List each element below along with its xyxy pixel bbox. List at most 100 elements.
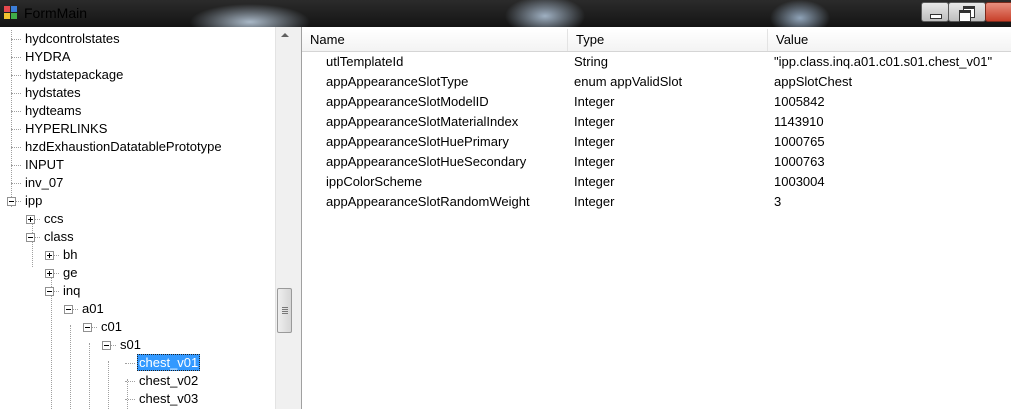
tree-node-label: ge [63,265,78,280]
grid-cell-name: appAppearanceSlotMaterialIndex [326,114,519,129]
grid-cell-value: 1143910 [774,114,824,129]
tree-node[interactable]: chest_v03 [137,390,200,408]
collapse-icon[interactable] [102,341,111,350]
grid-row[interactable]: appAppearanceSlotModelID Integer 1005842 [302,92,1011,112]
tree-node[interactable]: chest_v02 [137,372,200,390]
tree-node-label: ipp [25,193,43,208]
tree-node[interactable]: hydcontrolstates [23,30,122,48]
tree-node[interactable]: hydstates [23,84,83,102]
grid-row[interactable]: appAppearanceSlotType enum appValidSlot ap… [302,72,1011,92]
tree-node-label: s01 [120,337,141,352]
grid-cell-name: ippColorScheme [326,174,423,189]
tree-view[interactable]: hydcontrolstates HYDRA hydstatepackage hyds… [0,27,293,409]
minimize-button[interactable] [921,2,949,22]
tree-node-label: HYDRA [25,49,71,64]
grid-cell-type: Integer [574,94,615,109]
tree-node-label: inq [63,283,81,298]
grid-cell-value: 1000763 [774,154,825,169]
grid-row[interactable]: appAppearanceSlotHueSecondary Integer 1000… [302,152,1011,172]
tree-node[interactable]: ge [61,264,79,282]
grid-cell-name: appAppearanceSlotHueSecondary [326,154,527,169]
tree-node-label: HYPERLINKS [25,121,108,136]
grid-row[interactable]: ippColorScheme Integer 1003004 [302,172,1011,192]
tree-node-label: chest_v01 [137,354,201,371]
tree-node-label: a01 [82,301,104,316]
tree-node[interactable]: chest_v01 [137,354,201,372]
tree-node-label: hydteams [25,103,82,118]
grid-cell-name: appAppearanceSlotModelID [326,94,489,109]
scrollbar-thumb[interactable] [277,288,292,333]
tree-node[interactable]: hydstatepackage [23,66,125,84]
tree-scrollbar[interactable] [275,27,294,409]
tree-node[interactable]: ipp [23,192,44,210]
minimize-icon [930,14,942,19]
tree-node-label: ccs [44,211,64,226]
collapse-icon[interactable] [45,287,54,296]
maximize-button[interactable] [948,2,986,22]
grid-cell-type: Integer [574,174,615,189]
collapse-icon[interactable] [7,197,16,206]
window-title: FormMain [24,5,88,21]
tree-node[interactable]: INPUT [23,156,66,174]
grid-cell-type: Integer [574,114,615,129]
grid-cell-type: String [574,54,608,69]
collapse-icon[interactable] [64,305,73,314]
property-grid[interactable]: Name Type Value utlTemplateId String "ipp.… [302,27,1011,409]
grid-cell-name: utlTemplateId [326,54,404,69]
splitter[interactable] [293,27,302,409]
tree-node-label: hzdExhaustionDatatablePrototype [25,139,222,154]
tree-node-label: chest_v02 [139,373,199,388]
tree-node[interactable]: inq [61,282,82,300]
title-bar: FormMain [0,0,1011,27]
tree-node-label: inv_07 [25,175,64,190]
tree-node-label: chest_v03 [139,391,199,406]
grid-row[interactable]: appAppearanceSlotRandomWeight Integer 3 [302,192,1011,212]
tree-node[interactable]: a01 [80,300,106,318]
tree-node[interactable]: HYDRA [23,48,73,66]
column-header-type[interactable]: Type [568,29,768,51]
tree-node[interactable]: HYPERLINKS [23,120,109,138]
grid-cell-name: appAppearanceSlotRandomWeight [326,194,530,209]
grid-cell-type: enum appValidSlot [574,74,683,89]
grid-row[interactable]: appAppearanceSlotMaterialIndex Integer 114… [302,112,1011,132]
grid-cell-type: Integer [574,154,615,169]
tree-node[interactable]: class [42,228,76,246]
tree-node[interactable]: bh [61,246,79,264]
grid-cell-value: appSlotChest [774,74,853,89]
tree-node[interactable]: hzdExhaustionDatatablePrototype [23,138,224,156]
grid-cell-name: appAppearanceSlotType [326,74,469,89]
grid-cell-type: Integer [574,134,615,149]
tree-node[interactable]: s01 [118,336,143,354]
tree-node-label: INPUT [25,157,64,172]
grid-header: Name Type Value [302,29,1011,52]
grid-cell-type: Integer [574,194,615,209]
collapse-icon[interactable] [83,323,92,332]
expand-icon[interactable] [45,269,54,278]
column-header-name[interactable]: Name [302,29,568,51]
grid-cell-value: 3 [774,194,782,209]
tree-node[interactable]: inv_07 [23,174,65,192]
tree-node-label: class [44,229,74,244]
tree-node-label: hydstatepackage [25,67,124,82]
expand-icon[interactable] [45,251,54,260]
tree-node-label: hydstates [25,85,81,100]
tree-node-label: c01 [101,319,122,334]
grid-cell-value: "ipp.class.inq.a01.c01.s01.chest_v01" [774,54,993,69]
expand-icon[interactable] [26,215,35,224]
app-icon[interactable] [4,6,18,20]
scroll-up-icon[interactable] [276,27,294,44]
tree-node[interactable]: hydteams [23,102,83,120]
grid-cell-value: 1000765 [774,134,825,149]
tree-node-label: hydcontrolstates [25,31,120,46]
tree-node-label: bh [63,247,78,262]
grid-row[interactable]: utlTemplateId String "ipp.class.inq.a01.c0… [302,52,1011,72]
close-button[interactable] [985,2,1011,22]
tree-node[interactable]: c01 [99,318,124,336]
grid-row[interactable]: appAppearanceSlotHuePrimary Integer 100076… [302,132,1011,152]
column-header-value[interactable]: Value [768,29,1011,51]
collapse-icon[interactable] [26,233,35,242]
tree-node[interactable]: ccs [42,210,66,228]
grid-cell-value: 1003004 [774,174,825,189]
grid-cell-value: 1005842 [774,94,825,109]
grid-cell-name: appAppearanceSlotHuePrimary [326,134,509,149]
